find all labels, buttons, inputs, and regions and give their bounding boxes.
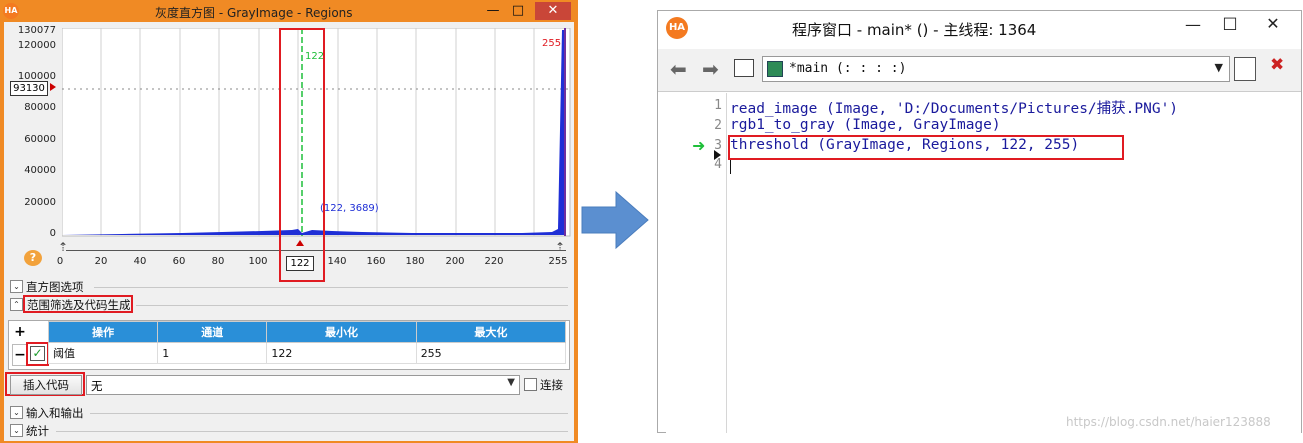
text-cursor [730, 158, 731, 174]
max-slider-handle-icon[interactable]: ⇡ [555, 240, 565, 254]
procedure-name: *main (: : : :) [789, 61, 907, 76]
y-tick-label: 60000 [24, 134, 56, 145]
threshold-marker-value[interactable]: 93130 [10, 81, 48, 96]
x-tick-label: 20 [94, 256, 108, 267]
halcon-logo-icon: HA [3, 3, 19, 19]
code-editor[interactable]: 1 2 3 4 ➜ read_image (Image, 'D:/Documen… [666, 93, 1301, 433]
x-tick-label: 60 [172, 256, 186, 267]
min-slider-handle-icon[interactable]: ⇡ [58, 240, 68, 254]
chevron-down-icon: ▼ [507, 377, 515, 388]
operation-cell[interactable]: 阈值 [47, 342, 159, 364]
expand-toggle-icon[interactable]: ⌄ [10, 406, 23, 419]
halcon-logo-icon: HA [666, 17, 688, 39]
y-tick-label: 130077 [17, 25, 56, 36]
y-tick-label: 120000 [17, 40, 56, 51]
y-tick-label: 40000 [24, 165, 56, 176]
back-arrow-icon[interactable]: ⬅ [670, 57, 687, 81]
insert-code-button[interactable]: 插入代码 [10, 375, 82, 395]
column-header: 操作 [47, 321, 159, 343]
x-tick-label: 160 [366, 256, 386, 267]
highlight-box [279, 28, 325, 282]
connect-checkbox[interactable] [524, 378, 537, 391]
code-line[interactable]: rgb1_to_gray (Image, GrayImage) [730, 117, 1001, 133]
x-tick-label: 100 [248, 256, 268, 267]
divider [94, 287, 568, 288]
help-icon[interactable]: ? [24, 250, 42, 266]
y-tick-label: 80000 [24, 102, 56, 113]
row-enable-checkbox[interactable]: ✓ [30, 346, 45, 361]
divider [90, 413, 568, 414]
minimize-button[interactable]: — [480, 2, 506, 20]
close-button[interactable]: ✕ [1258, 14, 1288, 33]
code-line[interactable]: read_image (Image, 'D:/Documents/Picture… [730, 97, 1178, 118]
histogram-options-section[interactable]: 直方图选项 [26, 279, 84, 295]
column-header: 通道 [157, 321, 268, 343]
expand-toggle-icon[interactable]: ⌄ [10, 424, 23, 437]
y-tick-label: 0 [49, 228, 56, 239]
toolbar: ⬅ ➡ *main (: : : :) ▼ ✖ [658, 49, 1301, 92]
watermark: https://blog.csdn.net/haier123888 [1066, 415, 1271, 429]
y-tick-label: 20000 [24, 197, 56, 208]
highlight-box [728, 135, 1124, 160]
expand-toggle-icon[interactable]: ⌄ [10, 280, 23, 293]
histogram-window: HA 灰度直方图 - GrayImage - Regions — □ ✕ 130… [0, 0, 578, 443]
window-title: 灰度直方图 - GrayImage - Regions [155, 6, 353, 20]
x-tick-label: 180 [405, 256, 425, 267]
forward-arrow-icon[interactable]: ➡ [702, 57, 719, 81]
x-tick-label: 80 [211, 256, 225, 267]
procedure-list-icon[interactable] [734, 59, 754, 77]
column-header: 最小化 [266, 321, 417, 343]
histogram-panel: 130077 120000 100000 80000 60000 40000 2… [4, 22, 574, 441]
divider [56, 431, 568, 432]
title-bar: HA 程序窗口 - main* () - 主线程: 1364 — □ ✕ [658, 11, 1301, 47]
gutter-divider [726, 93, 727, 433]
calendar-icon[interactable] [1234, 57, 1256, 81]
minimize-button[interactable]: — [1178, 15, 1208, 34]
maximize-button[interactable]: □ [505, 2, 531, 20]
procedure-icon [767, 61, 783, 77]
dropdown-value: 无 [91, 379, 103, 393]
filter-table: 操作 通道 最小化 最大化 阈值 1 122 255 [47, 321, 567, 364]
divider [136, 305, 568, 306]
max-cell[interactable]: 255 [415, 342, 567, 364]
clear-edit-icon[interactable]: ✖ [1270, 55, 1284, 75]
line-number: 2 [714, 118, 722, 133]
code-target-dropdown[interactable]: 无 ▼ [86, 375, 520, 395]
collapse-toggle-icon[interactable]: ⌃ [10, 298, 23, 311]
add-row-button[interactable]: + [12, 322, 28, 342]
x-tick-label: 140 [327, 256, 347, 267]
table-row[interactable]: 阈值 1 122 255 [47, 342, 567, 364]
close-button[interactable]: ✕ [535, 2, 571, 20]
max-line-label: 255 [542, 38, 561, 49]
program-counter-icon: ➜ [692, 136, 706, 155]
x-tick-label: 40 [133, 256, 147, 267]
x-tick-label: 220 [484, 256, 504, 267]
chevron-down-icon: ▼ [1214, 61, 1223, 74]
program-window: HA 程序窗口 - main* () - 主线程: 1364 — □ ✕ ⬅ ➡… [657, 10, 1302, 433]
maximize-button[interactable]: □ [1215, 13, 1245, 32]
stats-section[interactable]: 统计 [26, 423, 49, 439]
x-tick-label: 255 [548, 256, 568, 267]
connect-label: 连接 [540, 378, 563, 392]
line-number: 1 [714, 98, 722, 113]
x-tick-label: 200 [445, 256, 465, 267]
x-tick-label: 0 [56, 256, 64, 267]
marker-arrow-icon [50, 83, 56, 91]
arrow-right-icon [581, 190, 649, 250]
point-annotation: (122, 3689) [320, 203, 379, 214]
min-cell[interactable]: 122 [266, 342, 417, 364]
column-header: 最大化 [415, 321, 567, 343]
channel-cell[interactable]: 1 [157, 342, 268, 364]
insert-cursor-icon [714, 150, 721, 160]
procedure-selector[interactable]: *main (: : : :) ▼ [762, 56, 1230, 82]
range-filter-section[interactable]: 范围筛选及代码生成 [27, 297, 131, 313]
io-section[interactable]: 输入和输出 [26, 405, 84, 421]
window-title: 程序窗口 - main* () - 主线程: 1364 [792, 21, 1037, 39]
